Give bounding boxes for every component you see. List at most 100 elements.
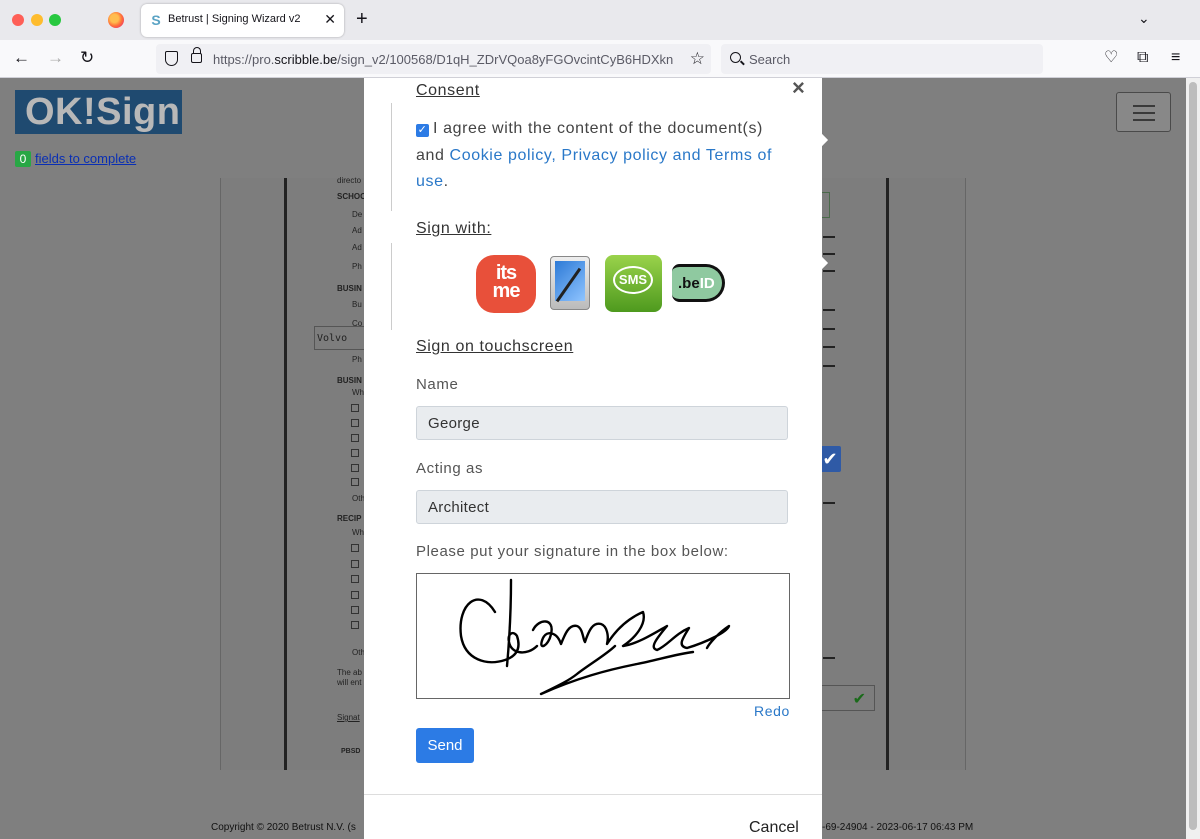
document-checkbox[interactable] (351, 464, 359, 472)
document-line (823, 502, 835, 504)
name-label: Name (416, 376, 459, 393)
document-checkbox[interactable] (351, 434, 359, 442)
document-line (823, 657, 835, 659)
signing-modal: × Consent ✓ I agree with the content of t… (364, 75, 829, 839)
sms-icon[interactable]: SMS (605, 255, 662, 312)
document-checked-box[interactable]: ✔ (819, 446, 841, 472)
lock-icon[interactable] (191, 47, 202, 63)
cookie-policy-link[interactable]: Cookie policy (450, 147, 552, 164)
search-bar[interactable]: Search (721, 44, 1043, 74)
bookmark-star-icon[interactable]: ☆ (690, 49, 705, 69)
document-checkbox[interactable] (351, 591, 359, 599)
back-arrow-icon[interactable]: ← (13, 49, 30, 67)
document-text: PBSD (341, 748, 361, 755)
consent-title: Consent (416, 82, 480, 99)
document-heading: BUSIN (337, 284, 362, 293)
maximize-window-button[interactable] (49, 14, 61, 26)
search-input[interactable]: Search (749, 52, 790, 67)
period: . (443, 173, 449, 190)
firefox-icon[interactable] (108, 12, 124, 28)
menu-icon[interactable]: ≡ (1171, 50, 1180, 66)
document-line (823, 253, 835, 255)
document-rule (284, 178, 287, 770)
link-separator: , (551, 146, 562, 164)
name-field[interactable]: George (416, 406, 788, 440)
footer-meta: -69-24904 - 2023-06-17 06:43 PM (822, 822, 974, 833)
signature-label: Please put your signature in the box bel… (416, 543, 729, 560)
document-text: Signat (337, 713, 360, 722)
beid-icon[interactable]: .beID (672, 264, 725, 302)
forward-arrow-icon[interactable]: → (47, 49, 64, 67)
document-text: will ent (337, 678, 362, 687)
document-text: Wh (352, 528, 364, 537)
sign-on-touchscreen-title[interactable]: Sign on touchscreen (416, 338, 573, 356)
document-checkbox[interactable] (351, 621, 359, 629)
document-checkbox[interactable] (351, 449, 359, 457)
document-text: Bu (352, 300, 362, 309)
document-checkbox[interactable] (351, 419, 359, 427)
document-line (823, 365, 835, 367)
document-text: Ph (352, 355, 362, 364)
redo-link[interactable]: Redo (754, 703, 790, 719)
document-text: The ab (337, 668, 362, 677)
document-line (823, 309, 835, 311)
browser-tab-bar: S Betrust | Signing Wizard v2 ✕ + ⌄ (0, 0, 1200, 40)
signature-drawing (459, 578, 731, 696)
document-line (823, 328, 835, 330)
document-checkbox[interactable] (351, 606, 359, 614)
cancel-button[interactable]: Cancel (749, 819, 799, 837)
beid-text: .beID (678, 275, 715, 292)
page-scrollbar[interactable] (1186, 78, 1200, 839)
new-tab-icon[interactable]: + (356, 9, 368, 29)
signature-pad[interactable] (416, 573, 790, 699)
document-rule (886, 178, 889, 770)
consent-checkbox[interactable]: ✓ (416, 124, 429, 137)
close-icon[interactable]: × (792, 75, 805, 101)
acting-as-field[interactable]: Architect (416, 490, 788, 524)
url-text[interactable]: https://pro.scribble.be/sign_v2/100568/D… (213, 52, 683, 67)
document-checkbox[interactable] (351, 478, 359, 486)
step-line (391, 103, 392, 211)
tablet-icon[interactable] (550, 256, 590, 310)
document-checkbox[interactable] (351, 575, 359, 583)
document-checkbox[interactable] (351, 404, 359, 412)
browser-nav-bar: ← → ↻ https://pro.scribble.be/sign_v2/10… (0, 40, 1200, 78)
document-line (823, 236, 835, 238)
tab-close-icon[interactable]: ✕ (324, 11, 336, 28)
sign-with-title: Sign with: (416, 220, 492, 237)
document-text: Ph (352, 262, 362, 271)
close-window-button[interactable] (12, 14, 24, 26)
browser-tab[interactable]: S Betrust | Signing Wizard v2 ✕ (141, 4, 344, 37)
fields-count-badge: 0 (15, 151, 31, 167)
document-heading: BUSIN (337, 376, 362, 385)
logo: OK!Sign (15, 90, 182, 134)
document-text: Oth (352, 648, 365, 657)
document-text: Wh (352, 388, 364, 397)
modal-divider (364, 794, 822, 795)
sms-bubble: SMS (613, 266, 653, 294)
tab-title: Betrust | Signing Wizard v2 (168, 13, 301, 25)
itsme-text: its me (492, 262, 521, 302)
send-button[interactable]: Send (416, 728, 474, 763)
document-text: Ad (352, 243, 362, 252)
shield-icon[interactable] (165, 51, 178, 66)
pocket-icon[interactable]: ♡ (1104, 50, 1118, 66)
scrollbar-thumb[interactable] (1189, 82, 1197, 830)
url-bar[interactable]: https://pro.scribble.be/sign_v2/100568/D… (156, 44, 711, 74)
extensions-icon[interactable]: ⧉ (1137, 50, 1148, 66)
document-checkbox[interactable] (351, 544, 359, 552)
document-text: Oth (352, 494, 365, 503)
reload-icon[interactable]: ↻ (80, 49, 94, 67)
itsme-icon[interactable]: its me (476, 255, 536, 313)
document-heading: RECIP (337, 514, 362, 523)
document-text: De (352, 210, 363, 219)
fields-to-complete-link[interactable]: fields to complete (35, 151, 136, 166)
document-line (823, 270, 835, 272)
minimize-window-button[interactable] (31, 14, 43, 26)
document-field[interactable]: ✔ (818, 685, 875, 711)
document-line (823, 346, 835, 348)
hamburger-menu-button[interactable] (1116, 92, 1171, 132)
chevron-down-icon[interactable]: ⌄ (1138, 10, 1150, 27)
acting-as-label: Acting as (416, 460, 484, 477)
document-checkbox[interactable] (351, 560, 359, 568)
